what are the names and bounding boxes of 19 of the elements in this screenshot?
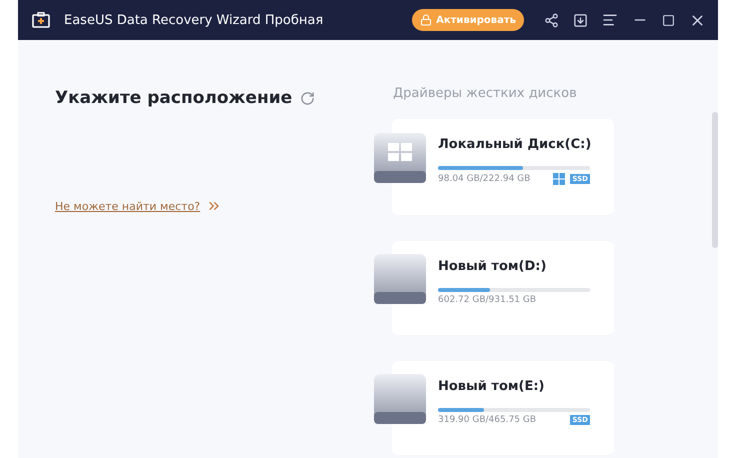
- scrollbar[interactable]: [712, 112, 718, 248]
- location-heading: Укажите расположение: [55, 88, 292, 108]
- lock-icon: [420, 14, 432, 26]
- drive-usage: 98.04 GB/222.94 GB: [438, 174, 532, 184]
- maximize-icon[interactable]: [662, 14, 675, 26]
- drive-name: Новый том(D:): [438, 259, 548, 274]
- window-title: EaseUS Data Recovery Wizard Пробная: [64, 12, 324, 28]
- drive-name: Локальный Диск(C:): [438, 137, 592, 152]
- share-icon[interactable]: [544, 12, 559, 28]
- section-title: Драйверы жестких дисков: [393, 86, 578, 101]
- menu-icon[interactable]: [602, 12, 618, 28]
- download-icon[interactable]: [573, 12, 588, 28]
- help-link[interactable]: Не можете найти место?: [55, 198, 354, 214]
- toolbox-icon: [32, 12, 50, 28]
- drive-name: Новый том(E:): [438, 379, 546, 394]
- drive-usage: 319.90 GB/465.75 GB: [438, 415, 538, 425]
- drive-usage: 602.72 GB/931.51 GB: [438, 295, 538, 305]
- windows-icon: [553, 173, 566, 185]
- refresh-icon[interactable]: [300, 90, 316, 106]
